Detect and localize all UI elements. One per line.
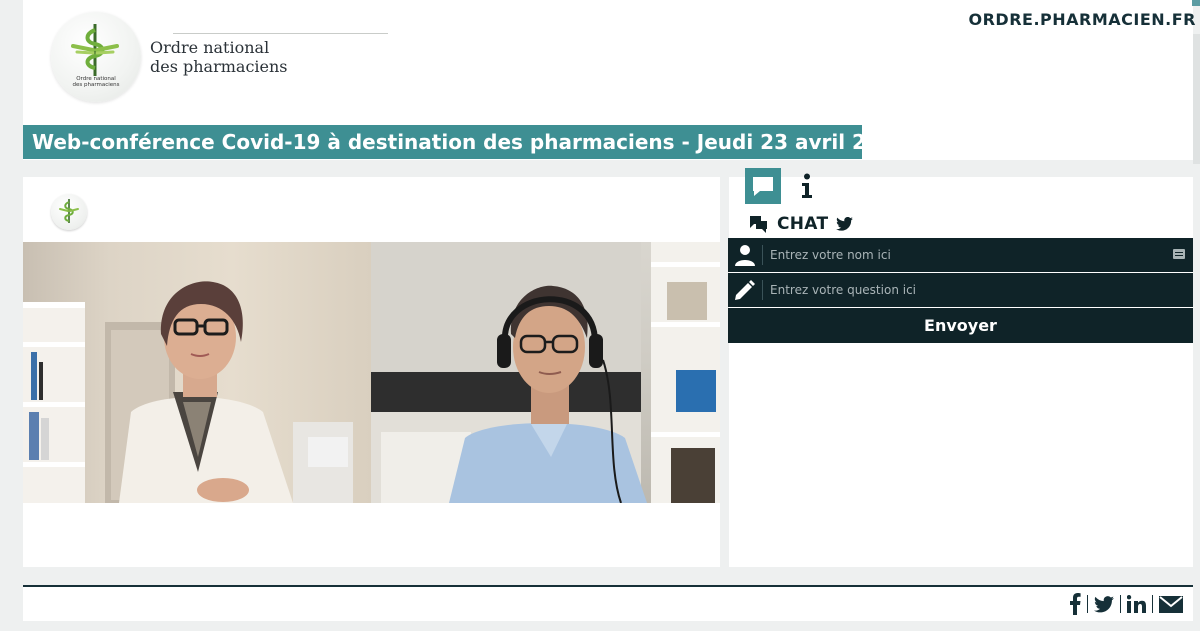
twitter-icon[interactable] <box>836 217 854 231</box>
corner-accent <box>1192 0 1200 6</box>
tab-chat[interactable] <box>745 168 781 204</box>
site-footer <box>23 585 1193 621</box>
participant-video-right <box>371 242 720 503</box>
send-button[interactable]: Envoyer <box>728 308 1193 343</box>
header-divider <box>173 33 388 34</box>
social-links <box>1064 593 1189 615</box>
caduceus-icon <box>71 24 119 76</box>
participant-right-illustration <box>371 242 720 503</box>
caduceus-icon <box>59 199 79 223</box>
chat-bubble-icon <box>753 177 773 196</box>
pencil-icon <box>732 277 758 303</box>
logo-text: Ordre national des pharmaciens <box>72 76 120 88</box>
question-input[interactable] <box>770 273 1160 307</box>
twitter-icon <box>1094 595 1114 612</box>
info-icon <box>802 173 812 198</box>
facebook-link[interactable] <box>1064 593 1087 615</box>
chat-heading: CHAT <box>749 214 854 234</box>
participant-left-illustration <box>23 281 353 503</box>
video-stream[interactable] <box>23 242 720 503</box>
field-separator <box>762 245 763 265</box>
site-logo[interactable]: Ordre national des pharmaciens <box>51 12 141 102</box>
tab-info[interactable] <box>789 168 825 204</box>
field-separator <box>762 280 763 300</box>
user-icon <box>732 242 758 268</box>
linkedin-link[interactable] <box>1121 593 1152 615</box>
facebook-icon <box>1070 593 1081 615</box>
participant-video-left <box>23 242 371 503</box>
video-logo <box>51 194 87 230</box>
keyboard-icon[interactable] <box>1173 249 1185 259</box>
chat-icon <box>750 216 767 233</box>
side-strip <box>1193 34 1200 164</box>
mail-link[interactable] <box>1153 593 1189 615</box>
site-url-link[interactable]: ORDRE.PHARMACIEN.FR <box>969 10 1197 29</box>
chat-title: CHAT <box>777 214 829 234</box>
video-panel <box>23 177 720 567</box>
mail-icon <box>1159 595 1183 613</box>
name-input[interactable] <box>770 238 1160 272</box>
chat-panel: CHAT Envoyer <box>728 168 1193 567</box>
twitter-link[interactable] <box>1088 593 1120 615</box>
organization-name: Ordre national des pharmaciens <box>150 38 288 76</box>
name-field-row <box>728 238 1193 272</box>
page-title: Web-conférence Covid-19 à destination de… <box>23 125 908 159</box>
question-field-row <box>728 273 1193 307</box>
linkedin-icon <box>1127 595 1146 613</box>
